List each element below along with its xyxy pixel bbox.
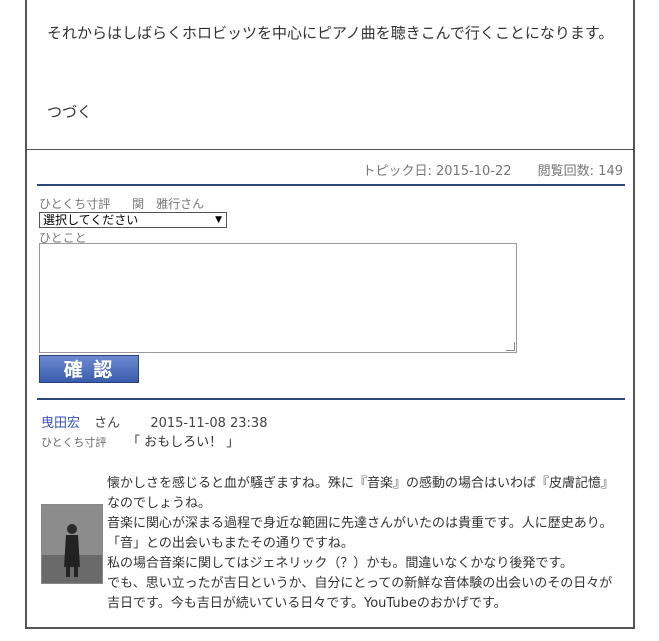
comment-author-suffix: さん bbox=[94, 416, 121, 431]
comment-line: 懐かしさを感じると血が騒ぎますね。殊に『音楽』の感動の場合はいわば『皮膚記憶』な… bbox=[107, 476, 615, 511]
comment-body: 懐かしさを感じると血が騒ぎますね。殊に『音楽』の感動の場合はいわば『皮膚記憶』な… bbox=[107, 474, 619, 614]
comment-section: トピック日: 2015-10-22 閲覧回数: 149 ひとくち寸評 関 雅行さ… bbox=[25, 150, 635, 629]
resize-grip-icon[interactable] bbox=[506, 342, 515, 351]
rating-select-value: 選択してください bbox=[43, 213, 139, 227]
article-paragraph: それからはしばらくホロビッツを中心にピアノ曲を聴きこんで行くことになります。 bbox=[47, 24, 614, 42]
confirm-button[interactable]: 確 認 bbox=[39, 355, 139, 383]
avatar bbox=[41, 504, 103, 584]
comment-quote: 「 おもしろい！ 」 bbox=[127, 435, 240, 450]
topic-date: トピック日: 2015-10-22 bbox=[362, 164, 512, 179]
comment-line: でも、思い立ったが吉日というか、自分にとっての新鮮な音体験の出会いのその日々が吉… bbox=[107, 576, 613, 611]
divider bbox=[37, 184, 625, 186]
article-ending: つづく bbox=[47, 103, 93, 121]
comment-header: 曳田宏 さん 2015-11-08 23:38 bbox=[41, 412, 267, 431]
comment-line: 音楽に関心が深まる過程で身近な範囲に先達さんがいたのは貴重です。人に歴史あり。「… bbox=[107, 516, 613, 551]
comment-author-link[interactable]: 曳田宏 bbox=[41, 416, 80, 431]
rating-select[interactable]: 選択してください ▼ bbox=[39, 212, 227, 228]
form-header: ひとくち寸評 関 雅行さん bbox=[39, 195, 204, 212]
comment-textarea[interactable] bbox=[39, 243, 517, 353]
comment-line: 私の場合音楽に関してはジェネリック（？）かも。間違いなくかなり後発です。 bbox=[107, 556, 574, 571]
avatar-image-icon bbox=[42, 505, 102, 583]
view-count: 閲覧回数: 149 bbox=[537, 164, 623, 179]
comment-date: 2015-11-08 23:38 bbox=[150, 416, 268, 431]
comment-tag-label: ひとくち寸評 bbox=[41, 436, 107, 449]
article-box: それからはしばらくホロビッツを中心にピアノ曲を聴きこんで行くことになります。 つ… bbox=[25, 0, 635, 150]
form-header-label: ひとくち寸評 bbox=[39, 197, 111, 211]
topic-meta: トピック日: 2015-10-22 閲覧回数: 149 bbox=[340, 160, 623, 179]
dropdown-arrow-icon: ▼ bbox=[215, 215, 222, 225]
form-author-name: 関 雅行さん bbox=[132, 197, 205, 211]
divider bbox=[37, 398, 625, 400]
